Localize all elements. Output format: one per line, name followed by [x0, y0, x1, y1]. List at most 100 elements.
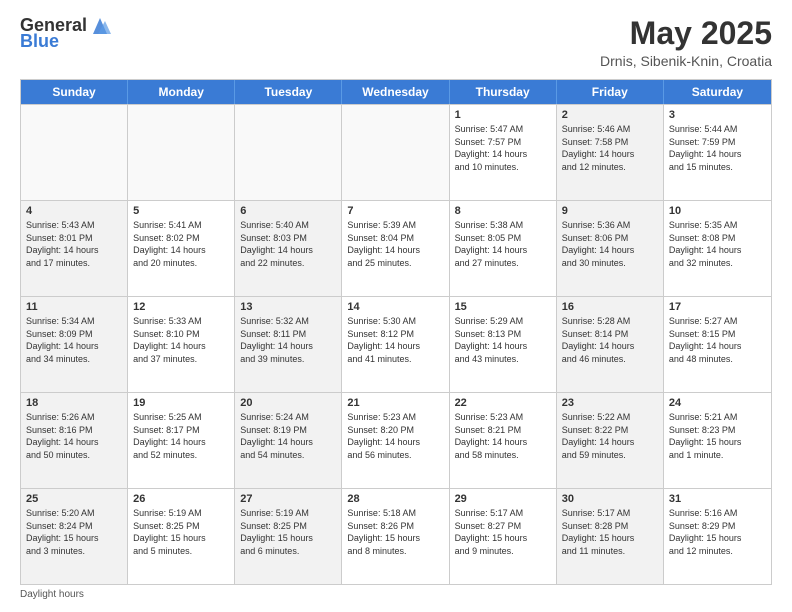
cal-header-tuesday: Tuesday: [235, 80, 342, 104]
day-number: 16: [562, 301, 658, 313]
day-number: 26: [133, 493, 229, 505]
cell-text: Sunrise: 5:19 AM Sunset: 8:25 PM Dayligh…: [133, 507, 229, 557]
day-number: 18: [26, 397, 122, 409]
cal-cell-day-7: 7 Sunrise: 5:39 AM Sunset: 8:04 PM Daylig…: [342, 201, 449, 296]
cal-cell-day-23: 23Sunrise: 5:22 AM Sunset: 8:22 PM Dayli…: [557, 393, 664, 488]
day-number: 11: [26, 301, 122, 313]
cell-text: Sunrise: 5:27 AM Sunset: 8:15 PM Dayligh…: [669, 315, 766, 365]
cal-cell-day-17: 17Sunrise: 5:27 AM Sunset: 8:15 PM Dayli…: [664, 297, 771, 392]
day-number: 24: [669, 397, 766, 409]
cal-cell-day-18: 18 Sunrise: 5:26 AM Sunset: 8:16 PM Dayli…: [21, 393, 128, 488]
cell-text: Sunrise: 5:30 AM Sunset: 8:12 PM Dayligh…: [347, 315, 443, 365]
day-number: 1: [455, 109, 551, 121]
cell-text: Sunrise: 5:24 AM Sunset: 8:19 PM Dayligh…: [240, 411, 336, 461]
day-number: 25: [26, 493, 122, 505]
cell-text: Sunrise: 5:36 AM Sunset: 8:06 PM Dayligh…: [562, 219, 658, 269]
day-number: 13: [240, 301, 336, 313]
cell-text: Sunrise: 5:41 AM Sunset: 8:02 PM Dayligh…: [133, 219, 229, 269]
cell-text: Sunrise: 5:39 AM Sunset: 8:04 PM Dayligh…: [347, 219, 443, 269]
cal-cell-day-29: 29 Sunrise: 5:17 AM Sunset: 8:27 PM Dayli…: [450, 489, 557, 584]
cal-cell-day-4: 4 Sunrise: 5:43 AM Sunset: 8:01 PM Daylig…: [21, 201, 128, 296]
cal-cell-day-15: 15 Sunrise: 5:29 AM Sunset: 8:13 PM Dayli…: [450, 297, 557, 392]
calendar-header-row: SundayMondayTuesdayWednesdayThursdayFrid…: [21, 80, 771, 104]
cell-text: Sunrise: 5:33 AM Sunset: 8:10 PM Dayligh…: [133, 315, 229, 365]
cell-text: Sunrise: 5:47 AM Sunset: 7:57 PM Dayligh…: [455, 123, 551, 173]
day-number: 30: [562, 493, 658, 505]
day-number: 6: [240, 205, 336, 217]
month-title: May 2025: [600, 16, 772, 51]
cal-cell-day-20: 20 Sunrise: 5:24 AM Sunset: 8:19 PM Dayli…: [235, 393, 342, 488]
day-number: 10: [669, 205, 766, 217]
cal-row-2: 4 Sunrise: 5:43 AM Sunset: 8:01 PM Daylig…: [21, 200, 771, 296]
cell-text: Sunrise: 5:17 AM Sunset: 8:27 PM Dayligh…: [455, 507, 551, 557]
cal-cell-day-9: 9Sunrise: 5:36 AM Sunset: 8:06 PM Daylig…: [557, 201, 664, 296]
cell-text: Sunrise: 5:19 AM Sunset: 8:25 PM Dayligh…: [240, 507, 336, 557]
cell-text: Sunrise: 5:35 AM Sunset: 8:08 PM Dayligh…: [669, 219, 766, 269]
cal-cell-day-12: 12 Sunrise: 5:33 AM Sunset: 8:10 PM Dayli…: [128, 297, 235, 392]
cell-text: Sunrise: 5:25 AM Sunset: 8:17 PM Dayligh…: [133, 411, 229, 461]
cell-text: Sunrise: 5:43 AM Sunset: 8:01 PM Dayligh…: [26, 219, 122, 269]
cal-cell-day-16: 16Sunrise: 5:28 AM Sunset: 8:14 PM Dayli…: [557, 297, 664, 392]
cal-cell-empty: [21, 105, 128, 200]
day-number: 22: [455, 397, 551, 409]
day-number: 5: [133, 205, 229, 217]
day-number: 12: [133, 301, 229, 313]
cell-text: Sunrise: 5:17 AM Sunset: 8:28 PM Dayligh…: [562, 507, 658, 557]
cell-text: Sunrise: 5:22 AM Sunset: 8:22 PM Dayligh…: [562, 411, 658, 461]
logo-text: General Blue: [20, 16, 111, 52]
day-number: 7: [347, 205, 443, 217]
cal-cell-day-8: 8 Sunrise: 5:38 AM Sunset: 8:05 PM Daylig…: [450, 201, 557, 296]
day-number: 29: [455, 493, 551, 505]
cal-cell-day-14: 14 Sunrise: 5:30 AM Sunset: 8:12 PM Dayli…: [342, 297, 449, 392]
cell-text: Sunrise: 5:29 AM Sunset: 8:13 PM Dayligh…: [455, 315, 551, 365]
cell-text: Sunrise: 5:20 AM Sunset: 8:24 PM Dayligh…: [26, 507, 122, 557]
cell-text: Sunrise: 5:40 AM Sunset: 8:03 PM Dayligh…: [240, 219, 336, 269]
day-number: 15: [455, 301, 551, 313]
cal-cell-day-11: 11 Sunrise: 5:34 AM Sunset: 8:09 PM Dayli…: [21, 297, 128, 392]
day-number: 20: [240, 397, 336, 409]
cal-cell-day-30: 30 Sunrise: 5:17 AM Sunset: 8:28 PM Dayli…: [557, 489, 664, 584]
day-number: 28: [347, 493, 443, 505]
cell-text: Sunrise: 5:23 AM Sunset: 8:21 PM Dayligh…: [455, 411, 551, 461]
day-number: 31: [669, 493, 766, 505]
day-number: 27: [240, 493, 336, 505]
day-number: 8: [455, 205, 551, 217]
day-number: 19: [133, 397, 229, 409]
day-number: 14: [347, 301, 443, 313]
calendar-body: 1 Sunrise: 5:47 AM Sunset: 7:57 PM Daylig…: [21, 104, 771, 584]
cal-cell-empty: [235, 105, 342, 200]
cell-text: Sunrise: 5:34 AM Sunset: 8:09 PM Dayligh…: [26, 315, 122, 365]
day-number: 2: [562, 109, 658, 121]
cal-cell-day-19: 19 Sunrise: 5:25 AM Sunset: 8:17 PM Dayli…: [128, 393, 235, 488]
cal-cell-day-28: 28 Sunrise: 5:18 AM Sunset: 8:26 PM Dayli…: [342, 489, 449, 584]
logo: General Blue: [20, 16, 111, 52]
logo-blue: Blue: [20, 32, 111, 52]
day-number: 3: [669, 109, 766, 121]
cal-header-sunday: Sunday: [21, 80, 128, 104]
cal-cell-day-5: 5 Sunrise: 5:41 AM Sunset: 8:02 PM Daylig…: [128, 201, 235, 296]
cell-text: Sunrise: 5:21 AM Sunset: 8:23 PM Dayligh…: [669, 411, 766, 461]
page: General Blue May 2025 Drnis, Sibenik-Kni…: [0, 0, 792, 612]
cell-text: Sunrise: 5:18 AM Sunset: 8:26 PM Dayligh…: [347, 507, 443, 557]
footer-note: Daylight hours: [20, 589, 772, 600]
cal-cell-day-24: 24 Sunrise: 5:21 AM Sunset: 8:23 PM Dayli…: [664, 393, 771, 488]
location: Drnis, Sibenik-Knin, Croatia: [600, 53, 772, 69]
cal-row-4: 18 Sunrise: 5:26 AM Sunset: 8:16 PM Dayli…: [21, 392, 771, 488]
cal-cell-day-6: 6 Sunrise: 5:40 AM Sunset: 8:03 PM Daylig…: [235, 201, 342, 296]
day-number: 4: [26, 205, 122, 217]
cal-cell-day-27: 27 Sunrise: 5:19 AM Sunset: 8:25 PM Dayli…: [235, 489, 342, 584]
cal-row-5: 25 Sunrise: 5:20 AM Sunset: 8:24 PM Dayli…: [21, 488, 771, 584]
cell-text: Sunrise: 5:38 AM Sunset: 8:05 PM Dayligh…: [455, 219, 551, 269]
day-number: 21: [347, 397, 443, 409]
cal-header-saturday: Saturday: [664, 80, 771, 104]
cal-cell-day-10: 10 Sunrise: 5:35 AM Sunset: 8:08 PM Dayli…: [664, 201, 771, 296]
cell-text: Sunrise: 5:26 AM Sunset: 8:16 PM Dayligh…: [26, 411, 122, 461]
cal-cell-empty: [342, 105, 449, 200]
cell-text: Sunrise: 5:16 AM Sunset: 8:29 PM Dayligh…: [669, 507, 766, 557]
cell-text: Sunrise: 5:46 AM Sunset: 7:58 PM Dayligh…: [562, 123, 658, 173]
cal-cell-day-3: 3Sunrise: 5:44 AM Sunset: 7:59 PM Daylig…: [664, 105, 771, 200]
cell-text: Sunrise: 5:32 AM Sunset: 8:11 PM Dayligh…: [240, 315, 336, 365]
cal-cell-day-26: 26 Sunrise: 5:19 AM Sunset: 8:25 PM Dayli…: [128, 489, 235, 584]
cal-cell-day-31: 31 Sunrise: 5:16 AM Sunset: 8:29 PM Dayli…: [664, 489, 771, 584]
cell-text: Sunrise: 5:23 AM Sunset: 8:20 PM Dayligh…: [347, 411, 443, 461]
